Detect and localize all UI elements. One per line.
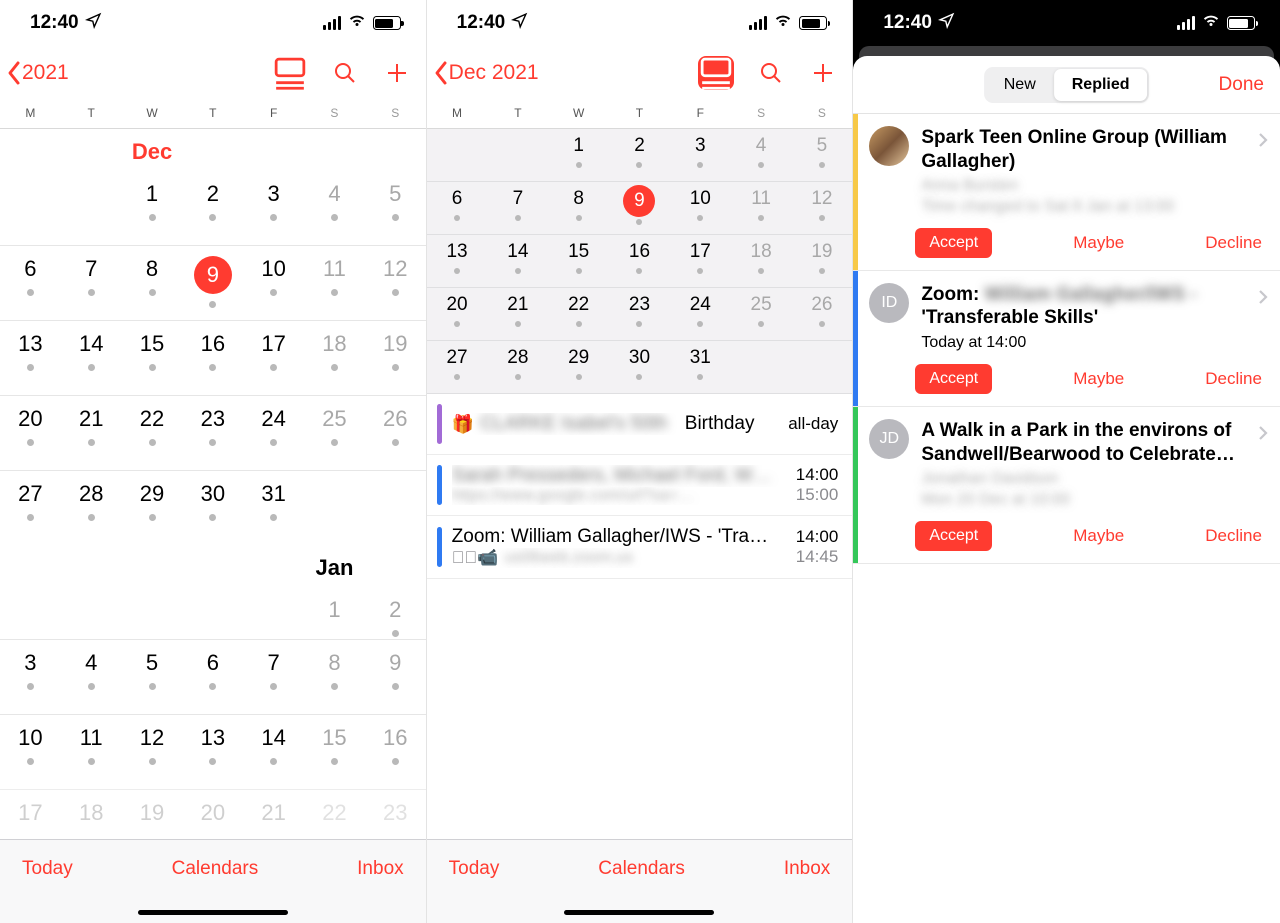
status-bar: 12:40 bbox=[427, 0, 853, 46]
weekday-header: MTWTFSS bbox=[427, 100, 853, 129]
event-list: 🎁CLARKE Isabel's 50th Birthday all-day S… bbox=[427, 394, 853, 579]
segment-new[interactable]: New bbox=[986, 69, 1054, 101]
battery-icon bbox=[373, 16, 401, 30]
maybe-button[interactable]: Maybe bbox=[1073, 526, 1124, 546]
calendar-grid-dec[interactable]: 1 2 3 4 5 bbox=[0, 171, 426, 245]
toolbar: Today Calendars Inbox bbox=[427, 839, 853, 923]
chevron-right-icon bbox=[1258, 289, 1268, 310]
cellular-icon bbox=[749, 16, 767, 30]
accept-button[interactable]: Accept bbox=[915, 228, 992, 258]
event-time: all-day bbox=[788, 414, 838, 434]
event-color-bar bbox=[437, 465, 442, 505]
home-indicator[interactable] bbox=[138, 910, 288, 915]
avatar bbox=[869, 126, 909, 166]
wifi-icon bbox=[348, 11, 366, 35]
month-label-dec: Dec bbox=[122, 129, 183, 171]
calendars-button[interactable]: Calendars bbox=[598, 858, 685, 880]
day-view-pane: 12:40 Dec 2021 MTWTFSS bbox=[427, 0, 854, 923]
invite-time: Today at 14:00 bbox=[921, 334, 1246, 352]
back-label: Dec 2021 bbox=[449, 61, 539, 85]
battery-icon bbox=[1227, 16, 1255, 30]
status-bar: 12:40 bbox=[0, 0, 426, 46]
today-cell[interactable]: 9 bbox=[609, 182, 670, 235]
event-color-bar bbox=[437, 527, 442, 567]
back-button[interactable]: 2021 bbox=[6, 60, 69, 86]
location-icon bbox=[85, 12, 102, 35]
wifi-icon bbox=[774, 11, 792, 35]
weekday-header: MTWTFSS bbox=[0, 100, 426, 129]
accept-button[interactable]: Accept bbox=[915, 521, 992, 551]
done-button[interactable]: Done bbox=[1219, 74, 1264, 96]
video-icon: ▢⃞📹 bbox=[452, 548, 499, 568]
location-icon bbox=[938, 12, 955, 35]
inbox-sheet-pane: 12:40 New Replied Done Spark Teen Online… bbox=[853, 0, 1280, 923]
event-row[interactable]: 🎁CLARKE Isabel's 50th Birthday all-day bbox=[427, 394, 853, 455]
decline-button[interactable]: Decline bbox=[1205, 526, 1262, 546]
wifi-icon bbox=[1202, 11, 1220, 35]
decline-button[interactable]: Decline bbox=[1205, 233, 1262, 253]
cellular-icon bbox=[1177, 16, 1195, 30]
toolbar: Today Calendars Inbox bbox=[0, 839, 426, 923]
event-row[interactable]: Sarah Presseders, Michael Ford, W… https… bbox=[427, 455, 853, 516]
today-button[interactable]: Today bbox=[449, 858, 500, 880]
week-grid[interactable]: 1 2 3 4 5 6 7 8 9 10 11 12 13 14 15 16 1… bbox=[427, 129, 853, 394]
chevron-right-icon bbox=[1258, 132, 1268, 153]
invite-stripe bbox=[853, 114, 858, 270]
invite-title: Spark Teen Online Group (William Gallagh… bbox=[921, 126, 1246, 174]
back-button[interactable]: Dec 2021 bbox=[433, 60, 539, 86]
list-toggle-button[interactable] bbox=[272, 56, 308, 90]
location-icon bbox=[511, 12, 528, 35]
avatar: ID bbox=[869, 283, 909, 323]
maybe-button[interactable]: Maybe bbox=[1073, 233, 1124, 253]
invite-row[interactable]: Spark Teen Online Group (William Gallagh… bbox=[853, 114, 1280, 271]
maybe-button[interactable]: Maybe bbox=[1073, 369, 1124, 389]
list-toggle-button[interactable] bbox=[698, 56, 734, 90]
battery-icon bbox=[799, 16, 827, 30]
event-time: 14:00 bbox=[796, 527, 839, 547]
invite-title: A Walk in a Park in the environs of Sand… bbox=[921, 419, 1246, 467]
month-view-pane: 12:40 2021 MTWTFSS Dec bbox=[0, 0, 427, 923]
nav-header: Dec 2021 bbox=[427, 46, 853, 100]
event-row[interactable]: Zoom: William Gallagher/IWS - 'Tra… ▢⃞📹u… bbox=[427, 516, 853, 579]
search-button[interactable] bbox=[330, 58, 360, 88]
inbox-button[interactable]: Inbox bbox=[784, 858, 830, 880]
accept-button[interactable]: Accept bbox=[915, 364, 992, 394]
status-time: 12:40 bbox=[457, 12, 506, 34]
add-button[interactable] bbox=[382, 58, 412, 88]
status-time: 12:40 bbox=[883, 12, 932, 34]
today-cell[interactable]: 9 bbox=[182, 246, 243, 320]
status-bar: 12:40 bbox=[853, 0, 1280, 46]
month-label-jan: Jan bbox=[304, 545, 365, 587]
back-label: 2021 bbox=[22, 61, 69, 85]
calendars-button[interactable]: Calendars bbox=[172, 858, 259, 880]
invite-title: Zoom: William Gallagher/IWS -'Transferab… bbox=[921, 283, 1246, 331]
chevron-right-icon bbox=[1258, 425, 1268, 446]
inbox-button[interactable]: Inbox bbox=[357, 858, 403, 880]
event-color-bar bbox=[437, 404, 442, 444]
segmented-control[interactable]: New Replied bbox=[984, 67, 1150, 103]
invite-stripe bbox=[853, 271, 858, 407]
status-time: 12:40 bbox=[30, 12, 79, 34]
cellular-icon bbox=[323, 16, 341, 30]
nav-header: 2021 bbox=[0, 46, 426, 100]
event-time: 14:00 bbox=[796, 465, 839, 485]
today-button[interactable]: Today bbox=[22, 858, 73, 880]
add-button[interactable] bbox=[808, 58, 838, 88]
decline-button[interactable]: Decline bbox=[1205, 369, 1262, 389]
invite-row[interactable]: ID Zoom: William Gallagher/IWS -'Transfe… bbox=[853, 271, 1280, 408]
invite-stripe bbox=[853, 407, 858, 563]
avatar: JD bbox=[869, 419, 909, 459]
inbox-sheet: New Replied Done Spark Teen Online Group… bbox=[853, 56, 1280, 923]
segment-replied[interactable]: Replied bbox=[1054, 69, 1148, 101]
gift-icon: 🎁 bbox=[452, 414, 474, 435]
invite-row[interactable]: JD A Walk in a Park in the environs of S… bbox=[853, 407, 1280, 564]
search-button[interactable] bbox=[756, 58, 786, 88]
home-indicator[interactable] bbox=[564, 910, 714, 915]
